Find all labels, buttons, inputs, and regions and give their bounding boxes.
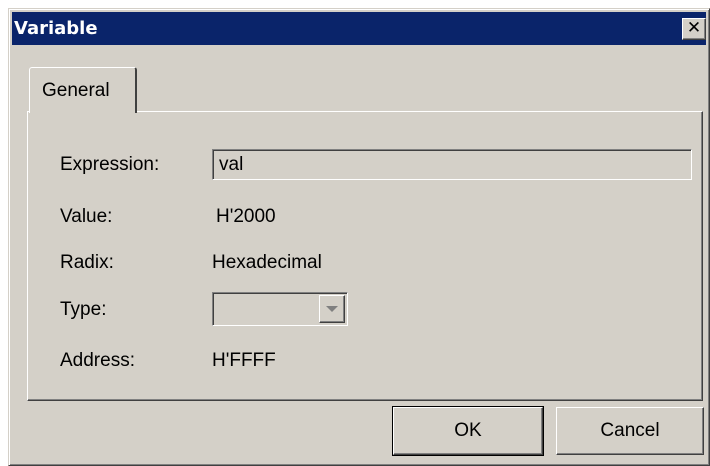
variable-dialog: Variable ✕ General Expression: val Value… xyxy=(8,8,710,466)
expression-value: val xyxy=(219,154,244,175)
ok-button[interactable]: OK xyxy=(392,406,544,456)
close-icon: ✕ xyxy=(686,18,702,38)
radix-label: Radix: xyxy=(60,252,114,273)
window-title: Variable xyxy=(14,18,98,39)
radix-text: Hexadecimal xyxy=(212,252,322,273)
expression-label: Expression: xyxy=(60,154,160,175)
cancel-button[interactable]: Cancel xyxy=(556,407,704,455)
title-bar[interactable]: Variable ✕ xyxy=(12,12,706,45)
chevron-down-icon xyxy=(326,306,338,312)
value-label: Value: xyxy=(60,206,113,227)
tab-general-label: General xyxy=(42,80,110,101)
type-dropdown[interactable] xyxy=(212,292,348,326)
type-dropdown-button[interactable] xyxy=(319,295,345,323)
general-panel: Expression: val Value: H'2000 Radix: Hex… xyxy=(27,111,703,401)
address-label: Address: xyxy=(60,350,135,371)
tab-general[interactable]: General xyxy=(29,67,137,113)
close-button[interactable]: ✕ xyxy=(682,18,706,40)
type-label: Type: xyxy=(60,299,107,320)
value-text: H'2000 xyxy=(216,206,276,227)
address-text: H'FFFF xyxy=(212,350,276,371)
expression-field[interactable]: val xyxy=(212,149,692,180)
